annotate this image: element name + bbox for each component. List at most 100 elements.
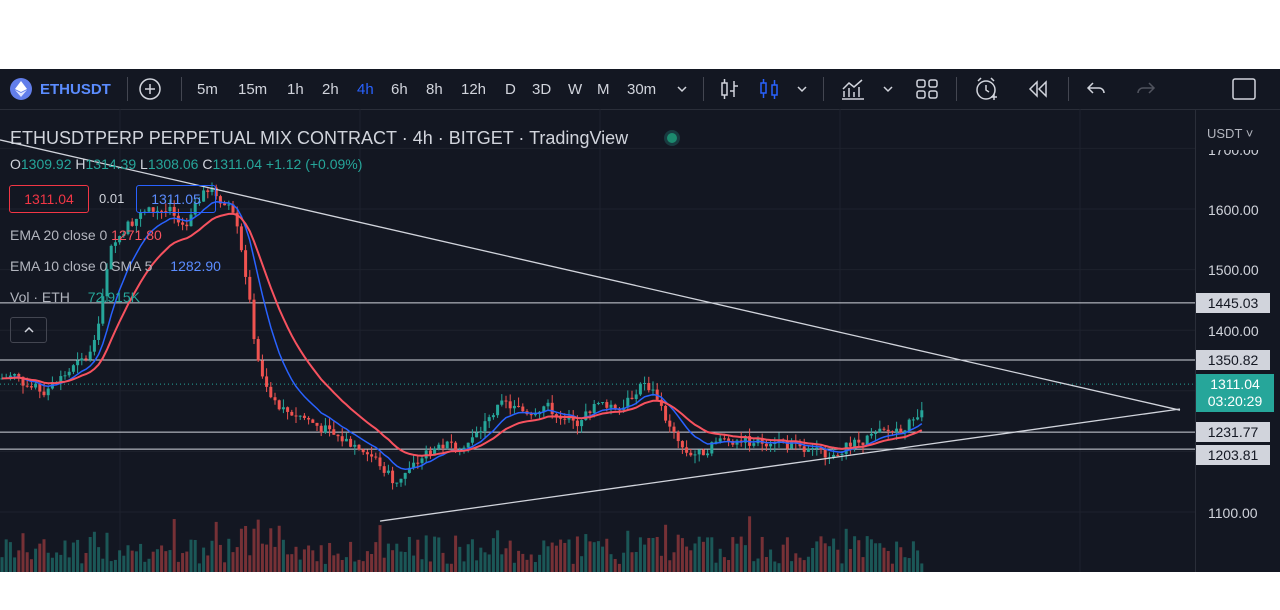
interval-5m[interactable]: 5m xyxy=(197,69,218,109)
candle-body xyxy=(689,452,693,456)
candle-body xyxy=(466,442,470,448)
candle-body xyxy=(802,446,806,452)
candle-body xyxy=(454,442,458,451)
candle-body xyxy=(764,443,768,447)
indicators-button[interactable] xyxy=(840,69,866,109)
volume-bar xyxy=(487,554,491,572)
candle-body xyxy=(592,403,596,413)
plus-circle-icon xyxy=(139,78,161,100)
volume-bar xyxy=(168,550,172,572)
candle-body xyxy=(533,414,537,416)
level-tag-1445: 1445.03 xyxy=(1196,293,1270,313)
candle-body xyxy=(80,358,84,361)
indicators-dropdown[interactable] xyxy=(882,69,894,109)
sell-price-button[interactable]: 1311.04 xyxy=(9,185,89,213)
buy-price-button[interactable]: 1311.05 xyxy=(136,185,216,213)
interval-1d[interactable]: D xyxy=(505,69,516,109)
volume-bar xyxy=(554,545,558,572)
candle-body xyxy=(139,212,143,219)
collapse-legend-button[interactable] xyxy=(10,317,47,343)
volume-bar xyxy=(722,557,726,572)
volume-bar xyxy=(458,546,462,572)
trading-app: ETHUSDT 5m 15m 1h 2h 4h 6h 8h 12h D 3D W… xyxy=(0,69,1280,572)
interval-4h[interactable]: 4h xyxy=(357,69,374,109)
close-value: 1311.04 xyxy=(212,156,263,172)
candle-body xyxy=(315,422,319,426)
volume-bar xyxy=(315,561,319,572)
volume-bar xyxy=(160,545,164,572)
volume-bar xyxy=(445,563,449,572)
alert-button[interactable] xyxy=(974,69,1000,109)
volume-bar xyxy=(827,546,831,572)
interval-1w[interactable]: W xyxy=(568,69,582,109)
candle-body xyxy=(848,442,852,447)
interval-8h[interactable]: 8h xyxy=(426,69,443,109)
undo-button[interactable] xyxy=(1085,69,1107,109)
bar-style-button[interactable] xyxy=(718,69,742,109)
candle-style-icon xyxy=(760,79,778,99)
volume-bar xyxy=(273,546,277,572)
volume-bar xyxy=(164,551,168,572)
price-scale[interactable] xyxy=(1195,109,1280,572)
price-tick-1500: 1500.00 xyxy=(1208,262,1259,278)
interval-3d[interactable]: 3D xyxy=(532,69,551,109)
candle-body xyxy=(227,204,231,206)
volume-bar xyxy=(865,536,869,572)
candle-body xyxy=(483,421,487,432)
fullscreen-button[interactable] xyxy=(1232,69,1256,109)
interval-1h[interactable]: 1h xyxy=(287,69,304,109)
candle-body xyxy=(475,432,479,438)
chevron-down-icon xyxy=(677,86,687,93)
candle-body xyxy=(319,425,323,433)
volume-bar xyxy=(584,534,588,572)
candle-body xyxy=(223,203,227,206)
currency-selector[interactable]: USDT ˅ xyxy=(1207,126,1253,141)
compare-button[interactable] xyxy=(138,69,162,109)
interval-6h[interactable]: 6h xyxy=(391,69,408,109)
redo-button[interactable] xyxy=(1135,69,1157,109)
volume-bar xyxy=(567,539,571,572)
volume-bar xyxy=(437,537,441,572)
volume-legend[interactable]: Vol · ETH 72.915K xyxy=(10,289,140,305)
volume-bar xyxy=(50,557,54,572)
replay-button[interactable] xyxy=(1026,69,1050,109)
interval-30m[interactable]: 30m xyxy=(627,69,656,109)
volume-bar xyxy=(336,553,340,572)
volume-bar xyxy=(731,537,735,572)
interval-dropdown-button[interactable] xyxy=(676,69,688,109)
volume-bar xyxy=(580,556,584,572)
volume-bar xyxy=(815,541,819,572)
interval-12h[interactable]: 12h xyxy=(461,69,486,109)
interval-15m[interactable]: 15m xyxy=(238,69,267,109)
volume-bar xyxy=(769,549,773,572)
ema10-legend[interactable]: EMA 10 close 0 SMA 5 1282.90 xyxy=(10,258,221,274)
interval-1m[interactable]: M xyxy=(597,69,610,109)
volume-bar xyxy=(617,563,621,572)
volume-bar xyxy=(202,547,206,572)
low-label: L xyxy=(140,156,148,172)
volume-bar xyxy=(118,550,122,572)
chart-canvas[interactable] xyxy=(0,109,1195,572)
candle-style-button[interactable] xyxy=(757,69,781,109)
volume-bar xyxy=(248,555,252,572)
candle-body xyxy=(680,441,684,448)
templates-button[interactable] xyxy=(915,69,939,109)
volume-bar xyxy=(172,519,176,572)
candle-body xyxy=(907,419,911,431)
volume-bar xyxy=(630,552,634,572)
candle-body xyxy=(441,444,445,449)
volume-bar xyxy=(277,525,281,572)
volume-bar xyxy=(13,557,17,572)
volume-bar xyxy=(210,540,214,572)
symbol-search[interactable]: ETHUSDT xyxy=(10,69,111,109)
volume-bar xyxy=(832,538,836,572)
volume-bar xyxy=(676,534,680,572)
trendline xyxy=(0,139,1181,411)
volume-bar xyxy=(781,544,785,572)
candle-body xyxy=(752,443,756,446)
volume-bar xyxy=(391,550,395,572)
ema20-legend[interactable]: EMA 20 close 0 1271.80 xyxy=(10,227,162,243)
chart-type-dropdown[interactable] xyxy=(796,69,808,109)
candle-body xyxy=(13,374,17,376)
interval-2h[interactable]: 2h xyxy=(322,69,339,109)
